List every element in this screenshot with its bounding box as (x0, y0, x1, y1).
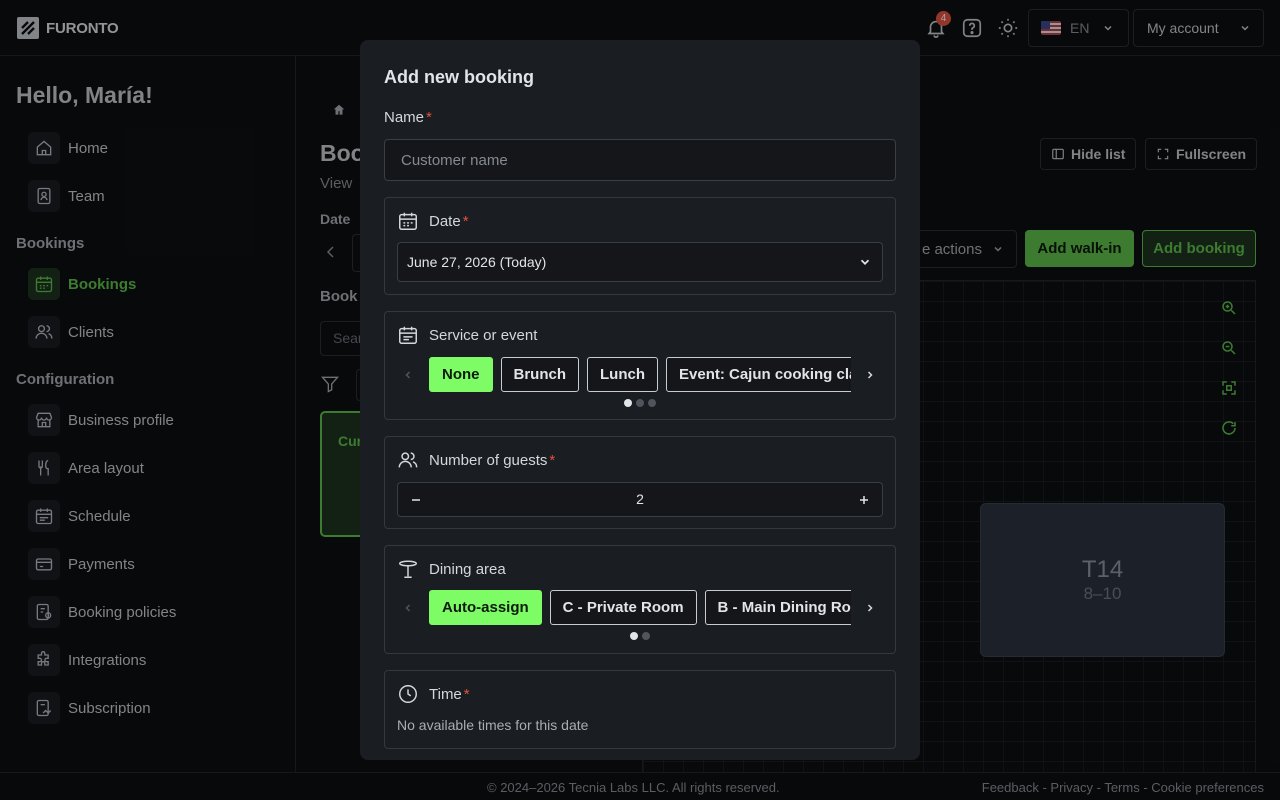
guests-icon (398, 452, 418, 468)
guests-stepper: 2 (397, 482, 883, 517)
date-label-text: Date (429, 212, 461, 230)
chevron-right-icon[interactable] (859, 363, 881, 387)
customer-name-input[interactable] (384, 139, 896, 181)
service-chip-event[interactable]: Event: Cajun cooking cla (666, 357, 851, 392)
schedule-icon (399, 326, 417, 344)
time-section-header: Time * (397, 683, 470, 705)
page-dot[interactable] (636, 399, 644, 407)
date-section: Date * June 27, 2026 (Today) (384, 197, 896, 295)
service-chip-none[interactable]: None (429, 357, 493, 392)
guests-label-text: Number of guests (429, 451, 548, 469)
chevron-left-icon[interactable] (397, 363, 419, 387)
chevron-right-icon[interactable] (859, 596, 881, 620)
area-chip-auto-assign[interactable]: Auto-assign (429, 590, 542, 625)
service-label-text: Service or event (429, 326, 538, 344)
dining-area-pagination (630, 632, 650, 640)
decrement-button[interactable] (398, 483, 434, 516)
name-label-text: Name (384, 109, 425, 126)
date-select-value: June 27, 2026 (Today) (407, 254, 547, 270)
minus-icon (412, 498, 420, 501)
no-times-message: No available times for this date (397, 717, 589, 733)
service-carousel: None Brunch Lunch Event: Cajun cooking cla (397, 357, 883, 393)
service-pagination (624, 399, 656, 407)
dining-area-label-text: Dining area (429, 560, 506, 578)
service-chip-brunch[interactable]: Brunch (500, 357, 579, 392)
page-dot[interactable] (648, 399, 656, 407)
page-dot[interactable] (624, 399, 632, 407)
area-chip-private-room[interactable]: C - Private Room (549, 590, 697, 625)
service-section-header: Service or event (397, 324, 537, 346)
plus-icon (860, 495, 868, 504)
page-dot[interactable] (642, 632, 650, 640)
service-chip-track: None Brunch Lunch Event: Cajun cooking cla (429, 357, 851, 393)
guests-section-header: Number of guests * (397, 449, 555, 471)
page-dot[interactable] (630, 632, 638, 640)
dining-area-chip-track: Auto-assign C - Private Room B - Main Dini… (429, 590, 851, 626)
chevron-left-icon[interactable] (397, 596, 419, 620)
service-section: Service or event None Brunch Lunch Event: C… (384, 311, 896, 420)
required-marker: * (462, 212, 469, 230)
add-booking-modal: Add new booking Name* Date* June 27, 202… (360, 40, 920, 760)
date-section-header: Date * (397, 210, 469, 232)
name-field-label: Name * (384, 109, 432, 126)
modal-title: Add new booking (384, 67, 534, 87)
date-select[interactable]: June 27, 2026 (Today) (397, 242, 883, 282)
time-section: Time * No available times for this date (384, 670, 896, 749)
dining-area-section-header: Dining area (397, 558, 506, 580)
time-label-text: Time (429, 685, 462, 703)
dining-area-section: Dining area Auto-assign C - Private Room B… (384, 545, 896, 654)
service-chip-lunch[interactable]: Lunch (587, 357, 658, 392)
chevron-down-icon (860, 259, 870, 265)
required-marker: * (463, 685, 470, 703)
clock-icon (399, 685, 417, 703)
calendar-icon (399, 212, 417, 230)
guests-value[interactable]: 2 (434, 483, 846, 516)
area-chip-main-dining[interactable]: B - Main Dining Roo (704, 590, 851, 625)
required-marker: * (549, 451, 556, 469)
table-icon (399, 560, 417, 578)
dining-area-carousel: Auto-assign C - Private Room B - Main Dini… (397, 590, 883, 626)
guests-section: Number of guests * 2 (384, 436, 896, 529)
increment-button[interactable] (846, 483, 882, 516)
required-marker: * (426, 109, 432, 126)
